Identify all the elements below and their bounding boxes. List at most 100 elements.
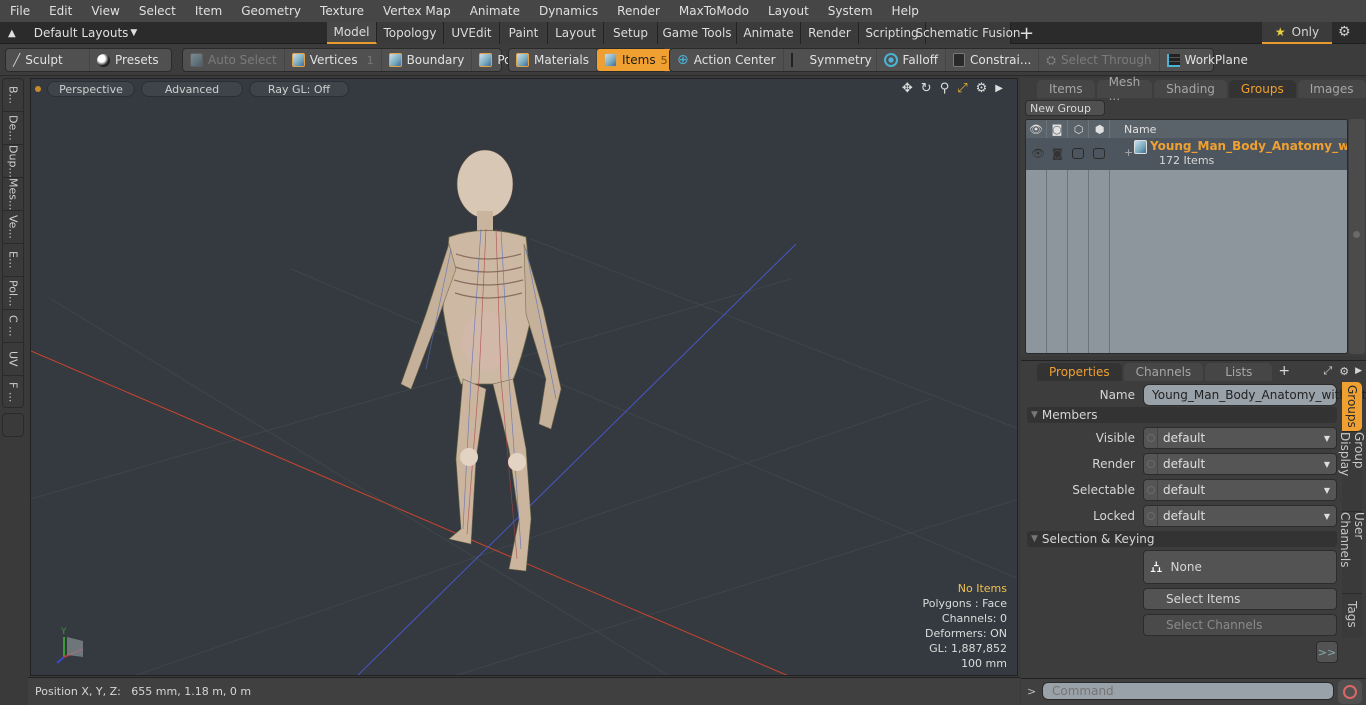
menu-animate[interactable]: Animate — [460, 4, 529, 18]
render-toggle-icon[interactable]: ◙ — [1052, 147, 1063, 160]
more-button[interactable]: >> — [1316, 641, 1338, 663]
tab-items[interactable]: Items — [1037, 80, 1095, 98]
selectable-dropdown[interactable]: default ▼ — [1143, 479, 1337, 501]
auto-select-button[interactable]: Auto Select — [183, 49, 285, 71]
left-tab-curve[interactable]: C ... — [3, 310, 23, 343]
shading-mode-button[interactable]: Advanced — [141, 81, 243, 97]
viewport-settings-icon[interactable]: ⚙ — [976, 81, 988, 96]
only-toggle[interactable]: ★ Only — [1262, 22, 1332, 44]
group-list[interactable]: 👁 ◙ ⬡ ⬢ Name 👁 ◙ + Young_Man_Body_Anatom… — [1025, 119, 1348, 354]
tab-channels[interactable]: Channels — [1123, 363, 1204, 381]
menu-select[interactable]: Select — [129, 4, 185, 18]
lock-toggle[interactable] — [1072, 148, 1084, 159]
new-group-button[interactable]: New Group — [1025, 100, 1105, 116]
members-section[interactable]: ▼ Members — [1027, 407, 1337, 423]
side-tab-tags[interactable]: Tags — [1342, 594, 1362, 634]
menu-dynamics[interactable]: Dynamics — [529, 4, 607, 18]
constraints-button[interactable]: Constrai... — [946, 49, 1040, 71]
menu-system[interactable]: System — [818, 4, 882, 18]
name-column-header[interactable]: Name — [1124, 123, 1156, 136]
zoom-view-icon[interactable]: ⚲ — [940, 81, 950, 96]
group-list-scrollbar[interactable] — [1349, 119, 1365, 354]
left-tab-fusion[interactable]: F ... — [3, 376, 23, 409]
menu-geometry[interactable]: Geometry — [231, 4, 310, 18]
side-tab-user-channels[interactable]: User Channels — [1338, 512, 1366, 594]
name-field[interactable]: Young_Man_Body_Anatomy_without_ — [1143, 384, 1366, 406]
left-tab-vertex[interactable]: Ve... — [3, 211, 23, 244]
tab-model[interactable]: Model — [327, 22, 377, 44]
group-row[interactable]: 👁 ◙ + Young_Man_Body_Anatomy_wi ... 172 … — [1026, 138, 1347, 170]
menu-file[interactable]: File — [0, 4, 39, 18]
command-input[interactable] — [1042, 682, 1334, 700]
expand-arrow-icon[interactable]: ▶ — [995, 83, 1003, 94]
tab-animate[interactable]: Animate — [737, 22, 801, 44]
select-column-icon[interactable]: ⬢ — [1089, 123, 1110, 136]
tab-schematic-fusion[interactable]: Schematic Fusion — [915, 22, 1021, 44]
menu-item[interactable]: Item — [185, 4, 231, 18]
add-tab-button[interactable]: + — [1011, 22, 1042, 44]
lock-column-icon[interactable]: ⬡ — [1068, 123, 1089, 136]
tab-images[interactable]: Images — [1297, 80, 1366, 98]
group-name[interactable]: Young_Man_Body_Anatomy_wi ... — [1150, 139, 1347, 153]
symmetry-button[interactable]: Symmetry — [784, 49, 877, 71]
boundary-button[interactable]: Boundary — [382, 49, 473, 71]
left-tab-polygon[interactable]: Pol... — [3, 277, 23, 310]
menu-render[interactable]: Render — [607, 4, 669, 18]
left-tab-mesh-edit[interactable]: Mes... — [3, 178, 23, 211]
menu-edit[interactable]: Edit — [39, 4, 81, 18]
tab-mesh[interactable]: Mesh ... — [1096, 75, 1153, 103]
tab-properties[interactable]: Properties — [1037, 363, 1122, 381]
menu-maxtomodo[interactable]: MaxToModo — [669, 4, 758, 18]
tab-uvedit[interactable]: UVEdit — [444, 22, 500, 44]
maximize-properties-icon[interactable]: ⤢ — [1323, 364, 1332, 378]
render-dropdown[interactable]: default ▼ — [1143, 453, 1337, 475]
materials-button[interactable]: Materials — [509, 49, 598, 71]
side-tab-group-display[interactable]: Group Display — [1338, 432, 1366, 512]
layouts-dropdown[interactable]: ▲ Default Layouts ▼ — [8, 22, 137, 44]
viewport-menu-dot[interactable] — [35, 86, 41, 92]
sculpt-button[interactable]: ╱ Sculpt — [6, 49, 90, 71]
falloff-button[interactable]: Falloff — [877, 49, 946, 71]
select-channels-button[interactable]: Select Channels — [1143, 614, 1337, 636]
selection-keying-section[interactable]: ▼ Selection & Keying — [1027, 531, 1337, 547]
properties-gear-icon[interactable]: ⚙ — [1339, 365, 1349, 378]
items-button[interactable]: Items 5 — [597, 49, 675, 71]
maximize-view-icon[interactable]: ⤢ — [957, 81, 967, 96]
left-tab-deform[interactable]: De... — [3, 112, 23, 145]
expand-icon[interactable]: + — [1124, 146, 1133, 159]
tab-setup[interactable]: Setup — [604, 22, 658, 44]
raygl-button[interactable]: Ray GL: Off — [249, 81, 349, 97]
visible-dropdown[interactable]: default ▼ — [1143, 427, 1337, 449]
menu-view[interactable]: View — [81, 4, 128, 18]
tab-paint[interactable]: Paint — [500, 22, 548, 44]
left-tab-uv[interactable]: UV — [3, 343, 23, 376]
rotate-view-icon[interactable]: ↻ — [921, 81, 932, 96]
left-tab-duplicate[interactable]: Dup... — [3, 145, 23, 178]
vertices-button[interactable]: Vertices 1 — [285, 49, 382, 71]
visibility-column-icon[interactable]: 👁 — [1026, 123, 1046, 136]
3d-viewport[interactable]: Y Perspective Advanced Ray GL: Off ✥ ↻ ⚲… — [30, 78, 1018, 676]
tab-shading[interactable]: Shading — [1154, 80, 1227, 98]
left-tab-basic[interactable]: B... — [3, 79, 23, 112]
select-toggle[interactable] — [1093, 148, 1105, 159]
action-center-button[interactable]: ⊕ Action Center — [670, 49, 784, 71]
view-mode-button[interactable]: Perspective — [47, 81, 135, 97]
menu-vertex-map[interactable]: Vertex Map — [373, 4, 460, 18]
tab-layout[interactable]: Layout — [548, 22, 604, 44]
select-items-button[interactable]: Select Items — [1143, 588, 1337, 610]
menu-layout[interactable]: Layout — [758, 4, 818, 18]
menu-help[interactable]: Help — [882, 4, 928, 18]
menu-texture[interactable]: Texture — [310, 4, 373, 18]
locked-dropdown[interactable]: default ▼ — [1143, 505, 1337, 527]
presets-button[interactable]: Presets — [90, 49, 166, 71]
tab-render[interactable]: Render — [801, 22, 859, 44]
none-dropdown[interactable]: ⛼ None — [1143, 550, 1337, 584]
gear-icon[interactable]: ⚙ — [1338, 24, 1351, 40]
properties-arrow-icon[interactable]: ▶ — [1355, 366, 1362, 376]
visibility-toggle-icon[interactable]: 👁 — [1031, 147, 1045, 160]
collapse-up-icon[interactable]: ▲ — [8, 28, 16, 39]
add-properties-tab-icon[interactable]: + — [1278, 363, 1290, 379]
tab-topology[interactable]: Topology — [377, 22, 444, 44]
tab-lists[interactable]: Lists — [1205, 363, 1273, 381]
select-through-button[interactable]: ⛭ Select Through — [1039, 49, 1160, 71]
